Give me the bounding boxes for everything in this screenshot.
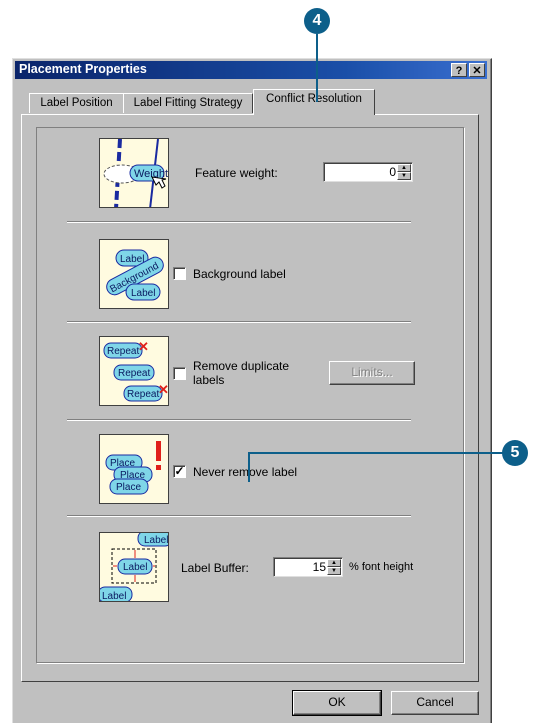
remove-duplicate-checkbox[interactable] xyxy=(173,367,186,380)
label-buffer-spinner[interactable]: 15 ▲ ▼ xyxy=(273,557,343,577)
thumb-text: Repeat xyxy=(118,368,150,379)
label-buffer-icon: Label Label Label xyxy=(100,533,168,602)
limits-button[interactable]: Limits... xyxy=(329,361,415,385)
feature-weight-stepper[interactable]: ▲ ▼ xyxy=(397,164,411,180)
label-buffer-label: Label Buffer: xyxy=(181,561,249,575)
separator xyxy=(67,321,411,323)
never-remove-text: Never remove label xyxy=(193,465,298,479)
label-buffer-unit: % font height xyxy=(349,561,414,573)
tab-label-fitting-strategy[interactable]: Label Fitting Strategy xyxy=(123,93,253,113)
spin-up-icon[interactable]: ▲ xyxy=(327,559,341,567)
options-group: Weight Feature weight: 0 ▲ ▼ Label Backg… xyxy=(36,127,464,663)
tab-conflict-resolution[interactable]: Conflict Resolution xyxy=(253,89,375,115)
remove-duplicate-text-line1: Remove duplicate xyxy=(193,359,290,373)
separator xyxy=(67,419,411,421)
step-4-callout: 4 xyxy=(304,8,330,34)
background-label-illustration: Label Background Label xyxy=(99,239,169,309)
remove-duplicate-icon: Repeat ✕ Repeat Repeat ✕ xyxy=(103,339,169,402)
spin-up-icon[interactable]: ▲ xyxy=(397,164,411,172)
window-title: Placement Properties xyxy=(19,62,147,76)
feature-weight-spinner[interactable]: 0 ▲ ▼ xyxy=(323,162,413,182)
step-5-leader-line xyxy=(248,452,504,454)
label-buffer-value: 15 xyxy=(312,560,326,574)
separator xyxy=(67,221,411,223)
step-4-leader-line xyxy=(316,34,318,102)
never-remove-illustration: Place Place Place xyxy=(99,434,169,504)
spin-down-icon[interactable]: ▼ xyxy=(397,172,411,180)
conflict-resolution-panel: Weight Feature weight: 0 ▲ ▼ Label Backg… xyxy=(21,114,479,682)
placement-properties-dialog: Placement Properties ? ✕ Label Position … xyxy=(12,58,492,723)
remove-duplicate-text-line2: labels xyxy=(193,373,225,387)
help-button[interactable]: ? xyxy=(451,63,467,77)
background-label-text: Background label xyxy=(193,267,286,281)
cancel-button[interactable]: Cancel xyxy=(391,691,479,715)
step-5-callout: 5 xyxy=(502,440,528,466)
thumb-text: Label xyxy=(123,562,147,573)
separator xyxy=(67,515,411,517)
tab-label-position[interactable]: Label Position xyxy=(29,93,124,113)
remove-duplicate-illustration: Repeat ✕ Repeat Repeat ✕ xyxy=(99,336,169,406)
step-5-leader-line-drop xyxy=(248,452,250,482)
thumb-text: Repeat xyxy=(127,389,159,400)
close-button[interactable]: ✕ xyxy=(469,63,485,77)
thumb-text: Place xyxy=(116,482,141,493)
background-label-checkbox[interactable] xyxy=(173,267,186,280)
thumb-text: Repeat xyxy=(107,346,139,357)
feature-weight-value: 0 xyxy=(389,165,396,179)
title-bar: Placement Properties ? ✕ xyxy=(15,61,487,79)
label-buffer-illustration: Label Label Label xyxy=(99,532,169,602)
feature-weight-illustration: Weight xyxy=(99,138,169,208)
label-buffer-stepper[interactable]: ▲ ▼ xyxy=(327,559,341,575)
feature-weight-label: Feature weight: xyxy=(195,166,278,180)
svg-text:✕: ✕ xyxy=(158,382,169,397)
never-remove-icon: Place Place Place xyxy=(105,441,161,495)
spin-down-icon[interactable]: ▼ xyxy=(327,567,341,575)
feature-weight-icon: Weight xyxy=(103,139,168,207)
ok-button[interactable]: OK xyxy=(292,690,382,716)
thumb-text: Label xyxy=(131,288,155,299)
background-label-icon: Label Background Label xyxy=(106,249,164,301)
svg-text:✕: ✕ xyxy=(138,339,149,354)
thumb-text: Label xyxy=(102,591,126,602)
thumb-text: Label xyxy=(144,535,168,546)
never-remove-checkbox[interactable]: ✓ xyxy=(173,465,186,478)
